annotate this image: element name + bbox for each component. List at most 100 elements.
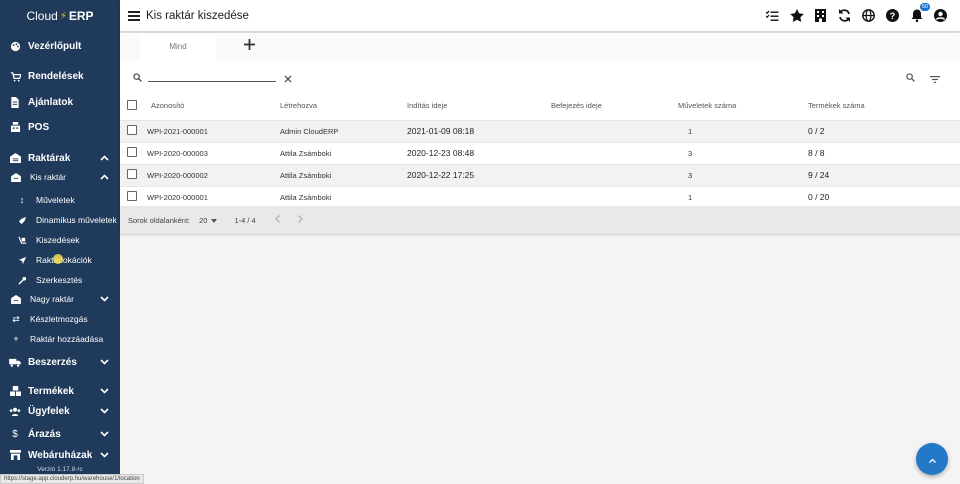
top-app-bar: Kis raktár kiszedése ? 50 (120, 0, 960, 32)
sidebar-item-dynamic-operations[interactable]: Dinamikus műveletek (0, 213, 120, 227)
column-header-id[interactable]: Azonosító (147, 92, 280, 120)
filter-icon[interactable] (930, 70, 940, 88)
cell-start (407, 186, 551, 208)
bolt-icon: ⚡ (59, 10, 67, 22)
help-icon[interactable]: ? (885, 8, 900, 23)
cell-ops: 3 (688, 148, 693, 158)
store-icon (9, 450, 21, 460)
cart-icon (9, 71, 21, 82)
table-row[interactable]: WPI-2020-000003 Attila Zsámboki 2020-12-… (120, 142, 960, 164)
column-header-end[interactable]: Befejezés ideje (551, 92, 678, 120)
svg-text:?: ? (890, 11, 896, 21)
cell-id: WPI-2020-000003 (147, 148, 208, 158)
sidebar-item-big-warehouse[interactable]: Nagy raktár (0, 292, 120, 306)
sidebar-item-label: Nagy raktár (30, 294, 74, 304)
scroll-to-top-button[interactable] (916, 443, 948, 475)
column-header-products[interactable]: Termékek száma (808, 92, 960, 120)
cell-id: WPI-2021-000001 (147, 126, 208, 136)
cell-ops: 3 (688, 170, 693, 180)
add-tab-button[interactable] (244, 39, 255, 53)
cell-ops: 1 (688, 126, 693, 136)
close-icon[interactable] (284, 70, 292, 88)
search-icon (133, 69, 142, 87)
sidebar-item-label: Raktár hozzáadása (30, 334, 104, 344)
chevron-up-icon (928, 450, 936, 468)
row-checkbox[interactable] (127, 191, 137, 202)
chevron-down-icon (100, 431, 109, 437)
sidebar-item-picking[interactable]: Kiszedések (0, 233, 120, 247)
sidebar-item-label: POS (28, 121, 50, 133)
column-header-ops[interactable]: Műveletek száma (678, 92, 808, 120)
sidebar-item-orders[interactable]: Rendelések (0, 68, 120, 84)
notifications-bell-icon[interactable]: 50 (909, 3, 930, 23)
chevron-up-icon (100, 174, 109, 180)
table-row[interactable]: WPI-2020-000002 Attila Zsámboki 2020-12-… (120, 164, 960, 186)
sidebar-item-dashboard[interactable]: Vezérlőpult (0, 38, 120, 54)
account-icon[interactable] (933, 8, 948, 23)
sidebar-item-purchasing[interactable]: Beszerzés (0, 354, 120, 370)
table-header-row: Azonosító Létrehozva Indítás ideje Befej… (120, 92, 960, 120)
picking-list-card: Mind Azonosító Létrehozva Indítás ideje … (120, 33, 960, 234)
table-row[interactable]: WPI-2021-000001 Admin CloudERP 2021-01-0… (120, 120, 960, 142)
sidebar-item-customers[interactable]: Ügyfelek (0, 403, 120, 419)
sidebar-item-offers[interactable]: Ajánlatok (0, 94, 120, 110)
row-checkbox[interactable] (127, 125, 137, 135)
row-checkbox[interactable] (127, 169, 137, 179)
sidebar-item-operations[interactable]: ↕ Műveletek (0, 193, 120, 207)
sidebar-item-edit[interactable]: Szerkesztés (0, 273, 120, 287)
pagination-range: 1-4 / 4 (234, 215, 256, 225)
row-checkbox[interactable] (127, 147, 137, 157)
tab-all[interactable]: Mind (140, 33, 216, 60)
table-row[interactable]: WPI-2020-000001 Attila Zsámboki 1 0 / 20 (120, 186, 960, 208)
sidebar-item-webshops[interactable]: Webáruházak (0, 447, 120, 463)
column-header-created-by[interactable]: Létrehozva (280, 92, 407, 120)
cell-start: 2020-12-23 08:48 (407, 148, 475, 158)
wrench-icon (16, 276, 28, 285)
sidebar-item-small-warehouse[interactable]: Kis raktár (0, 170, 120, 184)
search-input[interactable] (148, 68, 276, 82)
star-icon[interactable] (789, 8, 804, 23)
truck-icon (9, 358, 21, 367)
sidebar-item-label: Raktárlokációk (36, 255, 92, 265)
cell-id: WPI-2020-000001 (147, 192, 208, 202)
table-pagination: Sorok oldalanként: 20 1-4 / 4 (120, 206, 960, 234)
boxes-icon (9, 386, 21, 396)
cell-created-by: Admin CloudERP (280, 126, 339, 136)
sidebar-item-warehouses[interactable]: Raktárak (0, 150, 120, 166)
sidebar-item-label: Webáruházak (28, 449, 93, 461)
sidebar-item-label: Vezérlőpult (28, 40, 82, 52)
sidebar-item-label: Ügyfelek (28, 405, 70, 417)
sync-icon[interactable] (837, 8, 852, 23)
cell-end (551, 142, 678, 164)
building-icon[interactable] (813, 8, 828, 23)
cell-created-by: Attila Zsámboki (280, 192, 332, 202)
app-logo[interactable]: Cloud ⚡ ERP (0, 0, 120, 32)
chevron-down-icon (100, 296, 109, 302)
menu-icon[interactable] (128, 10, 140, 21)
cell-products: 0 / 20 (808, 192, 830, 203)
sidebar-item-stock-movement[interactable]: ⇄ Készletmozgás (0, 312, 120, 326)
swap-arrows-icon: ⇄ (12, 313, 20, 324)
rocket-icon (16, 216, 28, 225)
location-arrow-icon (16, 256, 28, 265)
search-icon[interactable] (906, 69, 915, 87)
globe-icon[interactable] (861, 8, 876, 23)
chevron-down-icon (100, 452, 109, 458)
prev-page-icon[interactable] (274, 215, 280, 225)
next-page-icon[interactable] (297, 215, 303, 225)
rows-per-page-select[interactable]: 20 (199, 216, 218, 225)
sidebar-item-label: Kiszedések (36, 235, 80, 245)
sidebar-item-add-warehouse[interactable]: + Raktár hozzáadása (0, 332, 120, 346)
sidebar-item-products[interactable]: Termékek (0, 383, 120, 399)
cell-start: 2021-01-09 08:18 (407, 126, 475, 136)
sidebar-item-pos[interactable]: POS (0, 119, 120, 135)
column-header-start[interactable]: Indítás ideje (407, 92, 551, 120)
checklist-icon[interactable] (765, 8, 780, 23)
chevron-down-icon (100, 359, 109, 365)
sidebar-item-pricing[interactable]: $ Árazás (0, 426, 120, 442)
picking-table: Azonosító Létrehozva Indítás ideje Befej… (120, 92, 960, 208)
sidebar-item-label: Rendelések (28, 70, 84, 82)
select-all-checkbox[interactable] (127, 99, 137, 110)
cell-ops: 1 (688, 192, 693, 202)
cell-created-by: Attila Zsámboki (280, 148, 332, 158)
